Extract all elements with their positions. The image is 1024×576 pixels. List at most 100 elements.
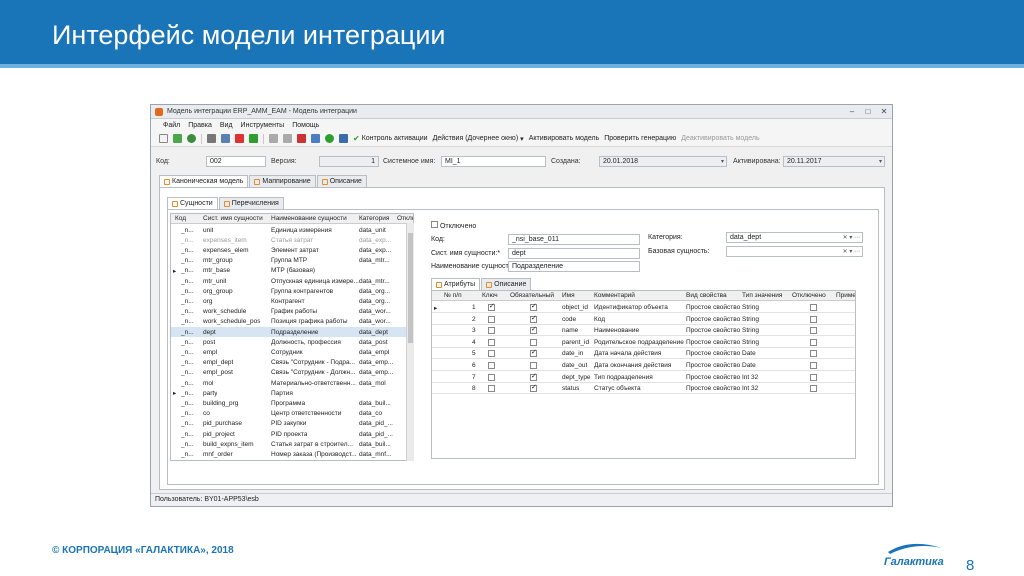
tab-mapping[interactable]: Маппирование [249,175,316,187]
off-checkbox[interactable] [810,373,817,381]
key-checkbox[interactable] [488,327,495,335]
column-header[interactable]: Отклю [397,215,413,222]
off-checkbox[interactable] [810,362,817,369]
tab-enumerations[interactable]: Перечисления [218,197,284,209]
key-checkbox[interactable] [488,350,495,358]
column-header[interactable]: Пример [836,292,855,299]
check-icon[interactable] [249,134,258,143]
menu-item[interactable]: Вид [220,122,233,129]
table-row[interactable]: _n... work_schedule График работы data_wor.… [171,307,413,317]
link-icon[interactable] [339,134,348,143]
key-checkbox[interactable] [488,373,495,381]
close-icon[interactable]: ✕ [876,105,892,119]
table-row[interactable]: _n... org Контрагент data_org... [171,296,413,306]
entity-sysname-field[interactable]: dept [508,248,640,259]
copy-icon[interactable] [311,134,320,143]
disabled-toggle[interactable]: Отключено [431,221,476,230]
table-row[interactable]: _n... work_schedule_pos Позиция графика ра… [171,317,413,327]
refresh-icon[interactable] [325,134,334,143]
table-row[interactable]: _n... mol Материально-ответственн... data_m… [171,378,413,388]
expand-icon[interactable]: ▸ [173,267,176,275]
version-field[interactable]: 1 [319,156,379,167]
base-entity-field[interactable]: ✕ ▾ ⋯ [726,246,863,257]
table-row[interactable]: 2 code Код Простое свойствоString [432,314,855,325]
cancel-icon[interactable] [297,134,306,143]
off-checkbox[interactable] [810,350,817,358]
save-icon[interactable] [207,134,216,143]
table-row[interactable]: _n... expenses_item Статья затрат data_exp.… [171,235,413,245]
sysname-field[interactable]: MI_1 [441,156,546,167]
column-header[interactable]: Комментарий [594,292,635,299]
menu-item[interactable]: Помощь [292,122,319,129]
req-checkbox[interactable] [530,314,537,323]
table-row[interactable]: 5 date_in Дата начала действия Простое свой… [432,348,855,360]
column-header[interactable]: Наименование сущности [271,215,347,222]
activate-model-button[interactable]: Активировать модель [529,135,600,142]
undo-icon[interactable] [269,134,278,143]
tab-canonical-model[interactable]: Каноническая модель [159,175,249,187]
key-checkbox[interactable] [488,385,495,393]
redo-icon[interactable] [283,134,292,143]
table-row[interactable]: _n... mnf_order Номер заказа (Производст..… [171,449,413,459]
entity-name-field[interactable]: Подразделение [508,261,640,272]
table-row[interactable]: _n... dept Подразделение data_dept [171,327,413,337]
table-row[interactable]: _n... pid_project PID проекта data_pid_... [171,429,413,439]
column-header[interactable]: № п/п [444,292,462,299]
column-header[interactable]: Имя [562,292,575,299]
category-field[interactable]: data_dept ✕ ▾ ⋯ [726,232,863,243]
off-checkbox[interactable] [810,304,817,311]
req-checkbox[interactable] [530,383,537,393]
table-row[interactable]: _n... building_prg Программа data_buil... [171,398,413,408]
menu-item[interactable]: Инструменты [241,122,285,129]
req-checkbox[interactable] [530,325,537,335]
table-row[interactable]: 4 parent_id Родительское подразделение Прос… [432,338,855,348]
new-icon[interactable] [159,134,168,143]
req-checkbox[interactable] [530,348,537,358]
check-generation-button[interactable]: Проверить генерацию [604,135,676,142]
table-row[interactable]: ▸ _n... party Партия [171,388,413,398]
table-row[interactable]: 6 date_out Дата окончания действия Простое … [432,361,855,371]
grid-icon[interactable] [221,134,230,143]
column-header[interactable]: Вид свойства [686,292,727,299]
table-row[interactable]: _n... build_expns_item Статья затрат в стр… [171,439,413,449]
off-checkbox[interactable] [810,327,817,335]
req-checkbox[interactable] [530,372,537,381]
key-checkbox[interactable] [488,362,495,369]
tab-attributes[interactable]: Атрибуты [431,278,481,290]
deactivate-model-button[interactable]: Деактивировать модель [681,135,759,142]
table-row[interactable]: _n... empl Сотрудник data_empl [171,347,413,357]
table-row[interactable]: _n... unit Единица измерения data_unit [171,225,413,235]
table-row[interactable]: _n... empl_dept Связь "Сотрудник - Подра..… [171,358,413,368]
table-row[interactable]: 3 name Наименование Простое свойствоString [432,325,855,337]
tab-description[interactable]: Описание [316,175,367,187]
tab-entities[interactable]: Сущности [167,197,218,209]
off-checkbox[interactable] [810,338,817,346]
column-header[interactable]: Сист. имя сущности [203,215,263,222]
scrollbar-thumb[interactable] [408,233,413,343]
table-row[interactable]: _n... empl_post Связь "Сотрудник - Должн..… [171,368,413,378]
created-field[interactable]: 20.01.2018 ▾ [599,156,727,167]
expand-icon[interactable]: ▸ [173,389,176,397]
menu-item[interactable]: Файл [163,122,180,129]
entity-grid-scrollbar[interactable] [406,223,414,461]
column-header[interactable]: Отключено [792,292,826,299]
menu-item[interactable]: Правка [188,122,212,129]
maximize-icon[interactable]: □ [860,105,876,119]
off-checkbox[interactable] [810,385,817,393]
table-row[interactable]: 7 dept_typeТип подразделения Простое свойс… [432,372,855,383]
column-header[interactable]: Категория [359,215,389,222]
add-icon[interactable] [173,134,182,143]
off-checkbox[interactable] [810,315,817,323]
table-row[interactable]: _n... expenses_elem Элемент затрат data_exp… [171,245,413,255]
minimize-icon[interactable]: – [844,105,860,119]
column-header[interactable]: Тип значения [742,292,782,299]
table-row[interactable]: _n... org_group Группа контрагентов data_or… [171,286,413,296]
table-row[interactable]: 8 status Статус объекта Простое свойствоInt… [432,383,855,395]
column-header[interactable]: Обязательный [510,292,554,299]
column-header[interactable]: Код [175,215,186,222]
req-checkbox[interactable] [530,362,537,369]
key-checkbox[interactable] [488,315,495,323]
control-activation-button[interactable]: ✔ Контроль активации [353,134,428,143]
actions-dropdown[interactable]: Действия (Дочернее окно) ▾ [433,135,524,143]
table-row[interactable]: _n... post Должность, профессия data_post [171,337,413,347]
